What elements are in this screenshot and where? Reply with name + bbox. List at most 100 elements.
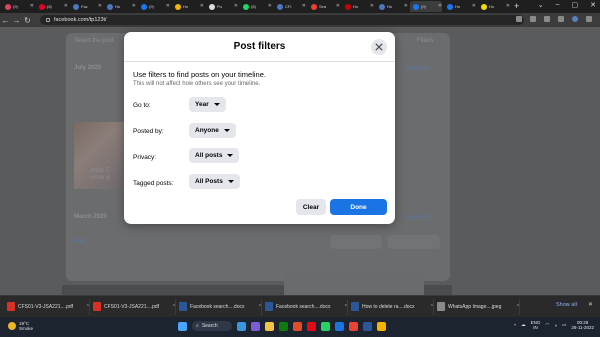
tab-close-icon[interactable]: ✕ [200,4,204,9]
extensions-icon[interactable] [544,16,550,22]
tab-favicon-icon [243,3,249,10]
address-bar[interactable]: facebook.com/tp123t/ [40,15,524,25]
browser-tab[interactable]: Ho ✕ [172,1,204,12]
filters-button-bg: Filters [417,38,434,44]
bg-button-2 [388,235,440,249]
clock[interactable]: 00:28 28-11-2022 [571,320,594,330]
browser-tab[interactable]: Ho ✕ [444,1,476,12]
goto-dropdown[interactable]: Year [189,97,226,112]
taskbar-app-icon[interactable] [293,321,302,331]
clear-button[interactable]: Clear [296,199,326,215]
download-item[interactable]: WhatsApp Image....jpeg ^ [434,298,520,315]
taskbar-search[interactable]: ⌕ Search [192,321,232,331]
dialog-heading: Use filters to find posts on your timeli… [133,70,266,79]
taskbar-app-icon[interactable] [363,321,372,331]
tab-close-icon[interactable]: ✕ [132,4,136,9]
tray-chevron-icon[interactable]: ^ [514,323,516,328]
tab-close-icon[interactable]: ✕ [30,4,34,9]
taskbar-app-icon[interactable] [349,321,358,331]
taskbar-app-icon[interactable] [307,321,316,331]
tab-close-icon[interactable]: ✕ [438,4,442,9]
chevron-up-icon[interactable]: ^ [517,304,519,310]
taskbar-app-icon[interactable] [237,321,246,331]
tab-close-icon[interactable]: ✕ [302,4,306,9]
tab-close-icon[interactable]: ✕ [268,4,272,9]
privacy-dropdown[interactable]: All posts [189,148,240,163]
selection-count: 0/50 [74,239,86,245]
tab-close-icon[interactable]: ✕ [166,4,170,9]
posted-by-value: Anyone [195,127,219,134]
privacy-label: Privacy: [133,154,157,161]
select-all-link-2: Select All [405,215,430,221]
browser-tab[interactable]: Ho ✕ [478,1,510,12]
menu-kebab-icon[interactable] [586,16,592,22]
volume-icon[interactable]: ◖ [554,323,557,328]
tab-close-icon[interactable]: ✕ [370,4,374,9]
back-arrow-icon[interactable]: ← [0,16,11,25]
reload-icon[interactable]: ↻ [22,16,33,25]
browser-tab[interactable]: (9) ✕ [2,1,34,12]
chevron-up-icon[interactable]: ^ [173,304,175,310]
browser-tab[interactable]: Ho ✕ [104,1,136,12]
tab-close-icon[interactable]: ✕ [404,4,408,9]
browser-tab[interactable]: CFI ✕ [274,1,306,12]
onedrive-icon[interactable]: ☁ [521,322,526,328]
sidebar-icon[interactable] [558,16,564,22]
show-all-downloads-link[interactable]: Show all [556,302,577,308]
tagged-posts-dropdown[interactable]: All Posts [189,174,240,189]
download-item[interactable]: CFS01-V3-JSA221....pdf ^ [90,298,176,315]
tab-close-icon[interactable]: ✕ [234,4,238,9]
profile-avatar[interactable] [572,16,578,22]
new-tab-button[interactable]: + [514,2,519,11]
maximize-icon[interactable]: ▢ [572,1,579,9]
minimize-icon[interactable]: – [556,1,560,9]
start-windows-icon[interactable] [178,321,187,331]
language-indicator[interactable]: ENG IN [531,320,541,330]
tab-close-icon[interactable]: ✕ [336,4,340,9]
tab-close-icon[interactable]: ✕ [98,4,102,9]
weather-sun-icon [8,322,16,330]
downloads-bar: CFS01-V3-JSA221....pdf ^ CFS01-V3-JSA221..… [0,295,600,317]
download-item[interactable]: Facebook search....docx ^ [176,298,262,315]
tab-search-icon[interactable]: ⌄ [538,1,544,9]
tab-title: Ho [183,4,189,9]
bookmark-star-icon[interactable] [530,16,536,22]
browser-tab[interactable]: Pu ✕ [206,1,238,12]
browser-tab[interactable]: (9) ✕ [410,1,442,12]
browser-tab[interactable]: (8) ✕ [36,1,68,12]
tab-favicon-icon [5,3,11,10]
taskbar-app-icon[interactable] [279,321,288,331]
browser-tab[interactable]: Ho ✕ [376,1,408,12]
tab-favicon-icon [175,3,181,10]
close-downloads-icon[interactable]: ✕ [588,301,593,308]
chevron-up-icon[interactable]: ^ [87,304,89,310]
browser-tab[interactable]: Fac ✕ [70,1,102,12]
forward-arrow-icon[interactable]: → [11,16,22,25]
download-item[interactable]: CFS01-V3-JSA221....pdf ^ [4,298,90,315]
close-window-icon[interactable]: ✕ [590,1,596,9]
tab-close-icon[interactable]: ✕ [506,4,510,9]
browser-tab[interactable]: (9) ✕ [138,1,170,12]
wifi-icon[interactable]: ◠ [545,322,549,328]
taskbar-app-icon[interactable] [265,321,274,331]
browser-tab[interactable]: Ho ✕ [342,1,374,12]
browser-tab[interactable]: (8) ✕ [240,1,272,12]
done-button[interactable]: Done [330,199,387,215]
chevron-up-icon[interactable]: ^ [431,304,433,310]
taskbar-app-icon[interactable] [335,321,344,331]
battery-icon[interactable]: ▭ [562,322,566,328]
posted-by-dropdown[interactable]: Anyone [189,123,236,138]
browser-tab[interactable]: Sea ✕ [308,1,340,12]
chevron-up-icon[interactable]: ^ [345,304,347,310]
taskbar-app-icon[interactable] [321,321,330,331]
tab-close-icon[interactable]: ✕ [64,4,68,9]
weather-widget[interactable]: 19°C Smoke [8,321,33,331]
download-item[interactable]: How to delete ra....docx ^ [348,298,434,315]
close-dialog-button[interactable] [371,39,387,55]
download-item[interactable]: Facebook search....docx ^ [262,298,348,315]
taskbar-app-icon[interactable] [377,321,386,331]
chevron-up-icon[interactable]: ^ [259,304,261,310]
tab-close-icon[interactable]: ✕ [472,4,476,9]
taskbar-app-icon[interactable] [251,321,260,331]
share-icon[interactable] [516,16,522,22]
